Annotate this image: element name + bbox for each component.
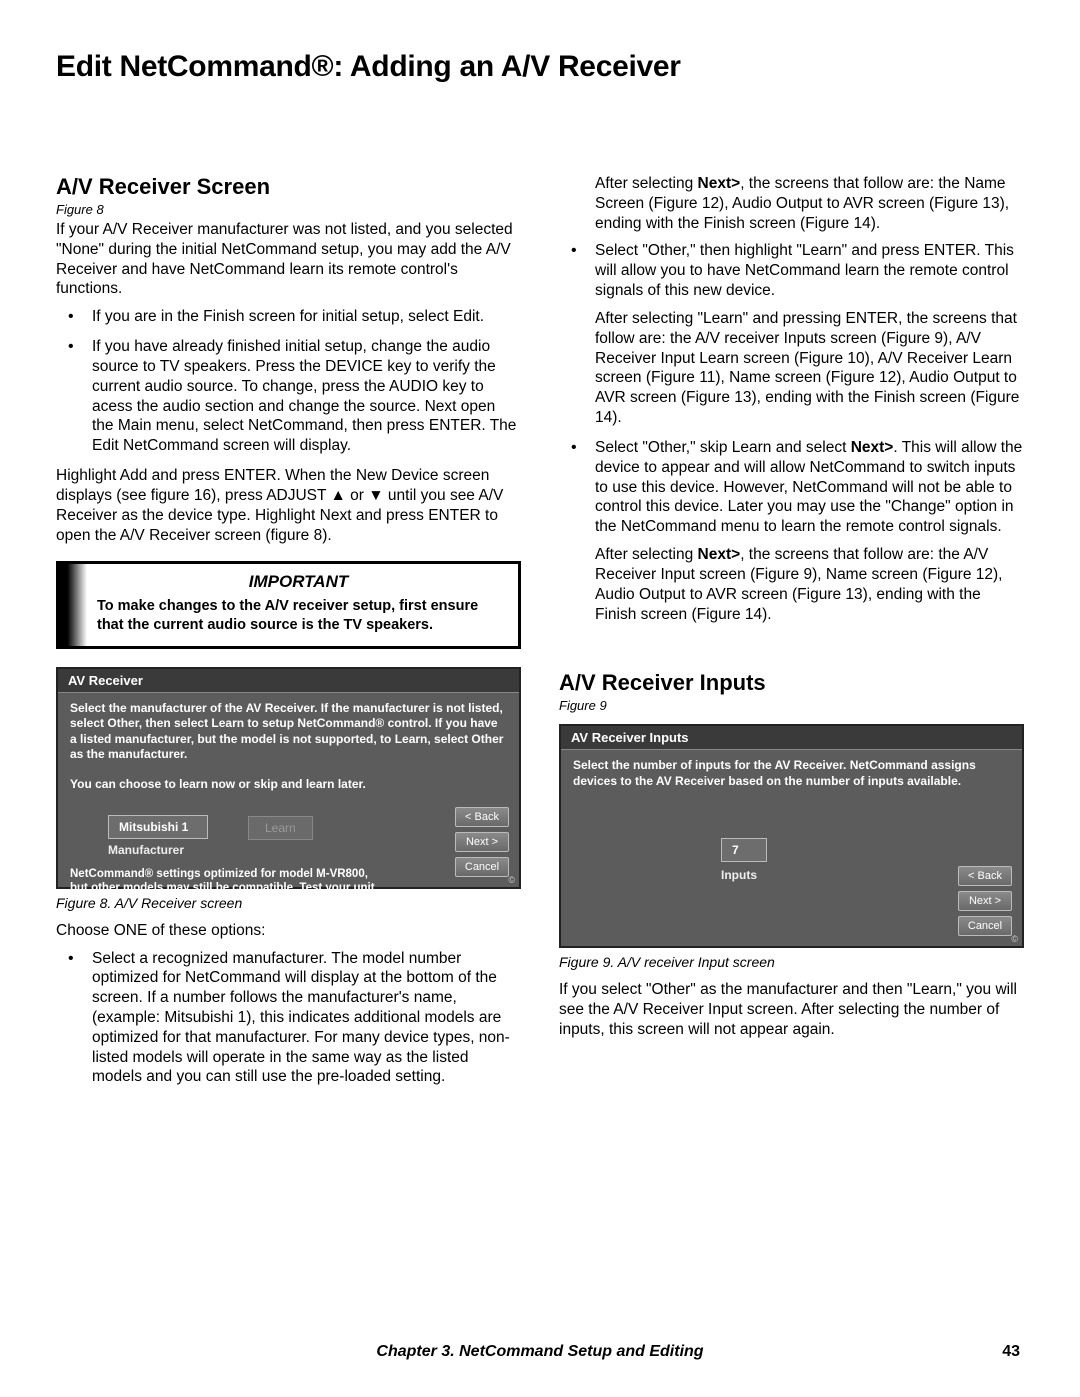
back-button[interactable]: < Back [455,807,509,827]
inputs-label: Inputs [721,868,757,882]
manufacturer-label: Manufacturer [108,843,208,857]
dialog-hint: Select the manufacturer of the AV Receiv… [70,701,507,763]
closing-paragraph: If you select "Other" as the manufacture… [559,980,1024,1039]
manufacturer-select[interactable]: Mitsubishi 1 [108,815,208,839]
figure-8-label: Figure 8 [56,202,521,217]
page-title: Edit NetCommand®: Adding an A/V Receiver [56,50,1024,84]
list-item: Select "Other," then highlight "Learn" a… [559,241,1024,427]
dialog-footnote: NetCommand® settings optimized for model… [58,861,398,898]
heading-av-receiver-screen: A/V Receiver Screen [56,174,521,200]
bullet-text: Select "Other," skip Learn and select Ne… [595,439,1022,535]
list-item: Select a recognized manufacturer. The mo… [56,949,521,1088]
list-item: If you are in the Finish screen for init… [56,307,521,327]
important-callout: IMPORTANT To make changes to the A/V rec… [56,561,521,648]
highlight-add-paragraph: Highlight Add and press ENTER. When the … [56,466,521,545]
setup-bullet-list: If you are in the Finish screen for init… [56,307,521,456]
dialog-title: AV Receiver Inputs [561,726,1022,750]
right-column: After selecting Next>, the screens that … [559,174,1024,1097]
av-receiver-dialog: AV Receiver Select the manufacturer of t… [56,667,521,889]
after-next-paragraph: After selecting Next>, the screens that … [559,174,1024,233]
left-column: A/V Receiver Screen Figure 8 If your A/V… [56,174,521,1097]
options-list-right: Select "Other," then highlight "Learn" a… [559,241,1024,624]
page-number: 43 [1002,1343,1020,1361]
heading-av-receiver-inputs: A/V Receiver Inputs [559,670,1024,696]
intro-paragraph: If your A/V Receiver manufacturer was no… [56,220,521,299]
bullet-sub-text: After selecting Next>, the screens that … [595,545,1024,624]
bullet-text: Select a recognized manufacturer. The mo… [92,950,510,1086]
cancel-button[interactable]: Cancel [958,916,1012,936]
back-button[interactable]: < Back [958,866,1012,886]
bullet-text: If you have already finished initial set… [92,338,516,454]
inputs-select[interactable]: 7 [721,838,767,862]
bullet-sub-text: After selecting "Learn" and pressing ENT… [595,309,1024,428]
important-text: To make changes to the A/V receiver setu… [97,597,500,633]
av-receiver-inputs-dialog: AV Receiver Inputs Select the number of … [559,724,1024,948]
list-item: If you have already finished initial set… [56,337,521,456]
next-button[interactable]: Next > [455,832,509,852]
figure-9-caption: Figure 9. A/V receiver Input screen [559,954,1024,970]
bullet-text: Select "Other," then highlight "Learn" a… [595,242,1014,299]
dialog-title: AV Receiver [58,669,519,693]
chapter-label: Chapter 3. NetCommand Setup and Editing [376,1343,703,1360]
bullet-text: If you are in the Finish screen for init… [92,308,484,325]
dialog-hint: Select the number of inputs for the AV R… [573,758,1010,789]
page-footer: Chapter 3. NetCommand Setup and Editing … [0,1343,1080,1361]
corner-mark-icon: © [1011,934,1018,944]
dialog-learn-note: You can choose to learn now or skip and … [70,777,507,793]
two-column-layout: A/V Receiver Screen Figure 8 If your A/V… [56,174,1024,1097]
options-list-left: Select a recognized manufacturer. The mo… [56,949,521,1088]
important-title: IMPORTANT [97,572,500,592]
choose-one-paragraph: Choose ONE of these options: [56,921,521,941]
corner-mark-icon: © [508,875,515,885]
cancel-button[interactable]: Cancel [455,857,509,877]
manufacturer-field: Mitsubishi 1 Manufacturer [108,815,208,857]
list-item: Select "Other," skip Learn and select Ne… [559,438,1024,624]
learn-button[interactable]: Learn [248,816,313,840]
figure-9-label: Figure 9 [559,698,1024,713]
next-button[interactable]: Next > [958,891,1012,911]
callout-stripe [59,564,87,645]
